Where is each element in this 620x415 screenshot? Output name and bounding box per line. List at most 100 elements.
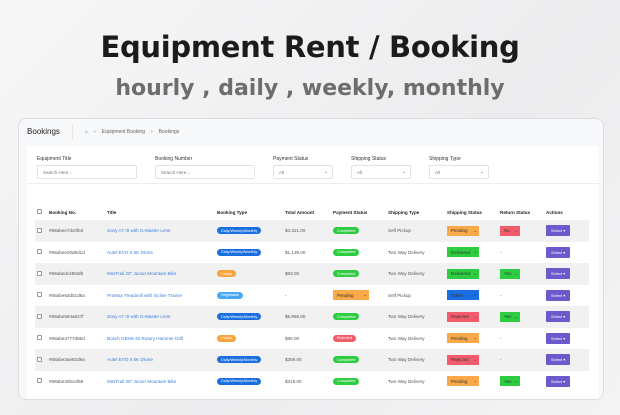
return-status: - [500, 292, 502, 298]
row-checkbox[interactable] [37, 356, 42, 362]
status-select[interactable]: All ⌄ [429, 165, 489, 179]
booking-no: #68abe30bcef68 [49, 378, 84, 384]
booking-no: #68abee20d8d1d [49, 249, 85, 255]
return-status: - [500, 249, 502, 255]
chevron-down-icon: ⌄ [401, 169, 406, 175]
row-checkbox[interactable] [37, 270, 42, 276]
filter-booking-number: Booking Number Search Here... [155, 156, 255, 179]
payment-status-badge: Completed [333, 377, 360, 385]
total-amount: - [285, 292, 287, 298]
return-status-select[interactable]: No ⌄ [500, 225, 520, 236]
row-checkbox[interactable] [37, 335, 42, 341]
status-select[interactable]: All ⌄ [351, 165, 411, 179]
action-label: Select [551, 378, 563, 384]
action-select-button[interactable]: Select ▾ [546, 268, 571, 280]
booking-type-badge: Hourly [217, 270, 236, 278]
booking-type-badge: Negotiable [217, 291, 244, 299]
column-header: Booking No. [49, 209, 77, 215]
table-row: #68abee20d8d1d Autel EVO II 8K Drone Dai… [35, 242, 589, 264]
shipping-status-select[interactable]: Pending ⌄ [447, 376, 479, 387]
table-row: #68abe564a827f Sony A7 III with G-Master… [35, 306, 589, 328]
row-checkbox[interactable] [37, 227, 42, 233]
total-amount: $359.00 [283, 349, 331, 371]
shipping-status-select[interactable]: Rejected ⌄ [447, 354, 479, 365]
placeholder: Search Here... [161, 170, 191, 175]
shipping-type: Two Way Delivery [388, 378, 425, 384]
return-status-select[interactable]: Yes ⌄ [500, 311, 520, 322]
filter-label: Equipment Title [37, 156, 72, 162]
filter-label: Payment Status [273, 156, 309, 162]
search-input[interactable]: Search Here... [155, 165, 255, 179]
return-status-select[interactable]: Yes ⌄ [500, 376, 520, 387]
total-amount: $1,139.00 [285, 249, 306, 255]
action-label: Select [551, 314, 563, 320]
row-checkbox[interactable] [37, 313, 42, 319]
chevron-right-icon: › [93, 129, 96, 135]
shipping-type: Self Pickup [386, 220, 445, 242]
placeholder: Search Here... [43, 170, 73, 175]
equipment-title-link[interactable]: ProMax Treadmill with Incline Trainer [105, 285, 215, 307]
table-row: #68abe4777d95d Bosch GBH5-40 Rotary Hamm… [35, 328, 589, 350]
shipping-status-select[interactable]: Rejected ⌄ [447, 311, 479, 322]
search-input[interactable]: Search Here... [37, 165, 137, 179]
action-select-button[interactable]: Select ▾ [546, 311, 571, 323]
payment-status-badge: Completed [333, 313, 360, 321]
select-value: Delivered [451, 271, 471, 277]
shipping-status-select[interactable]: Delivered ⌄ [447, 268, 479, 279]
column-header: Title [107, 209, 117, 215]
return-status-select[interactable]: Yes ⌄ [500, 268, 520, 279]
select-value: All [279, 170, 285, 175]
equipment-title-link[interactable]: Bosch GBH5-40 Rotary Hammer Drill [105, 328, 215, 350]
status-select[interactable]: All ⌄ [273, 165, 333, 179]
equipment-title-link[interactable]: Sony A7 III with G-Master Lens [105, 306, 215, 328]
home-icon[interactable]: ⌂ [85, 129, 88, 135]
action-select-button[interactable]: Select ▾ [546, 225, 571, 237]
shipping-type: Two Way Delivery [388, 249, 425, 255]
action-select-button[interactable]: Select ▾ [546, 246, 571, 258]
return-status: - [500, 335, 502, 341]
column-header: Actions [546, 209, 563, 215]
bookings-card: Bookings ⌂ › Equipment Booking › Booking… [18, 118, 604, 400]
filter-label: Shipping Status [351, 156, 387, 162]
chevron-down-icon: ⌄ [514, 227, 518, 233]
row-checkbox[interactable] [37, 378, 42, 384]
filter-shipping-type: Shipping Type All ⌄ [429, 156, 489, 179]
action-select-button[interactable]: Select ▾ [546, 289, 571, 301]
equipment-title-link[interactable]: MiniTrail 20" Junior Mountain Bike [105, 371, 215, 393]
select-all-checkbox[interactable] [37, 209, 42, 214]
select-value: No [504, 228, 510, 234]
chevron-down-icon: ⌄ [514, 378, 518, 384]
shipping-status-select[interactable]: Delivered ⌄ [447, 247, 479, 258]
equipment-title-link[interactable]: MiniTrail 20" Junior Mountain Bike [105, 263, 215, 285]
action-select-button[interactable]: Select ▾ [546, 354, 571, 366]
payment-status-badge: Completed [333, 227, 360, 235]
shipping-status-select[interactable]: Taken ⌄ [447, 290, 479, 301]
table-row: #68abe30bcef68 MiniTrail 20" Junior Moun… [35, 371, 589, 393]
payment-status-select[interactable]: Pending ⌄ [333, 290, 369, 301]
chevron-down-icon: ⌄ [473, 378, 477, 384]
filter-shipping-status: Shipping Status All ⌄ [351, 156, 411, 179]
breadcrumb-equipment-booking[interactable]: Equipment Booking [102, 129, 145, 135]
shipping-status-select[interactable]: Pending ⌄ [447, 333, 479, 344]
column-header: Shipping Type [388, 209, 420, 215]
select-value: Pending [451, 335, 468, 341]
chevron-down-icon: ⌄ [473, 292, 477, 298]
payment-status-badge: Completed [333, 270, 360, 278]
column-header: Payment Status [333, 209, 368, 215]
action-label: Select [551, 228, 563, 234]
select-value: Taken [451, 292, 464, 298]
action-select-button[interactable]: Select ▾ [546, 375, 571, 387]
row-checkbox[interactable] [37, 292, 42, 298]
column-header: Shipping Status [447, 209, 482, 215]
total-amount: $319.00 [285, 378, 302, 384]
chevron-down-icon: ⌄ [473, 270, 477, 276]
page-header: Bookings ⌂ › Equipment Booking › Booking… [19, 119, 603, 145]
booking-type-badge: Daily/Weekly/Monthly [217, 377, 262, 385]
equipment-title-link[interactable]: Sony A7 III with G-Master Lens [105, 220, 215, 242]
equipment-title-link[interactable]: Autel EVO II 8K Drone [105, 349, 215, 371]
row-checkbox[interactable] [37, 249, 42, 255]
shipping-status-select[interactable]: Pending ⌄ [447, 225, 479, 236]
equipment-title-link[interactable]: Autel EVO II 8K Drone [105, 242, 215, 264]
action-select-button[interactable]: Select ▾ [546, 332, 571, 344]
select-value: Rejected [451, 314, 469, 320]
